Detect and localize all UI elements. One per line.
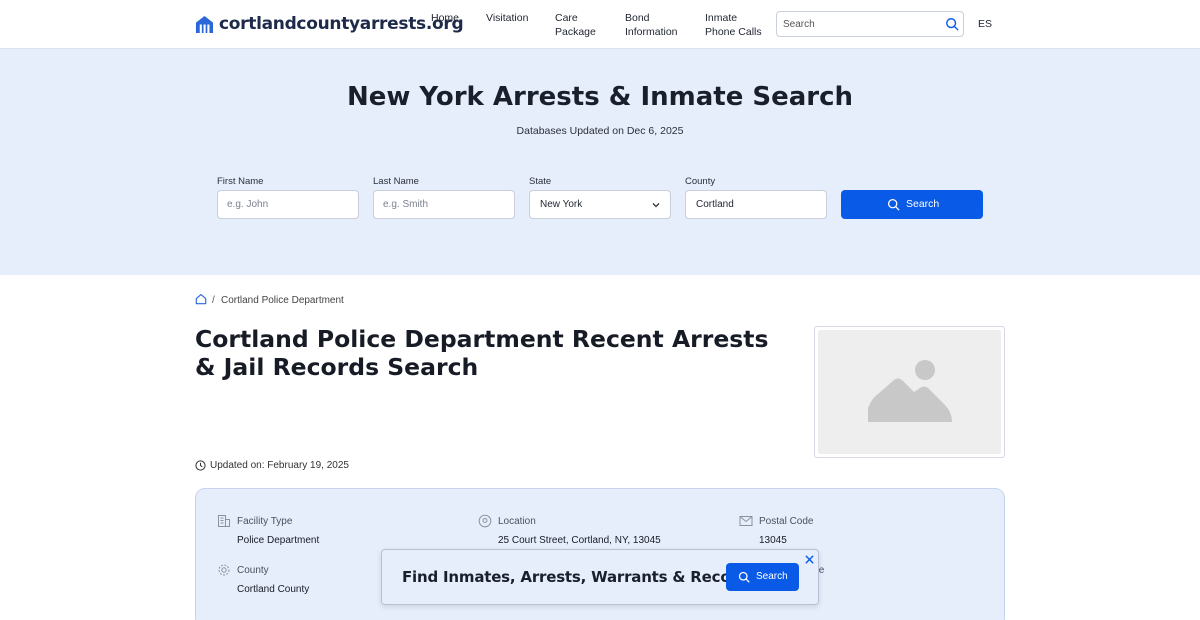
hero-section: New York Arrests & Inmate Search Databas… xyxy=(0,49,1200,275)
header-search-input[interactable] xyxy=(783,17,933,31)
breadcrumb-separator: / xyxy=(212,295,215,306)
postal-code-label: Postal Code xyxy=(759,516,814,527)
state-select-value: New York xyxy=(540,199,583,210)
breadcrumb-current: Cortland Police Department xyxy=(221,295,344,306)
search-icon[interactable] xyxy=(945,17,959,31)
county-field-value: Cortland xyxy=(696,199,734,210)
last-name-field xyxy=(373,190,515,219)
close-icon[interactable] xyxy=(804,554,815,565)
last-name-label: Last Name xyxy=(373,176,419,187)
search-icon xyxy=(738,571,750,583)
nav-care-package[interactable]: Care Package xyxy=(555,11,596,39)
state-select[interactable]: New York xyxy=(529,190,671,219)
site-header: cortlandcountyarrests.org Home Visitatio… xyxy=(0,0,1200,49)
county-info-value: Cortland County xyxy=(237,584,310,595)
popup-search-button-label: Search xyxy=(756,571,788,582)
county-field[interactable]: Cortland xyxy=(685,190,827,219)
search-icon xyxy=(887,198,900,211)
location-label: Location xyxy=(498,516,536,527)
nav-visitation[interactable]: Visitation xyxy=(486,11,528,25)
hero-search-button-label: Search xyxy=(906,198,940,210)
updated-date-text: Updated on: February 19, 2025 xyxy=(210,460,349,471)
image-placeholder-icon xyxy=(868,360,952,422)
building-icon xyxy=(218,515,230,527)
page-title: Cortland Police Department Recent Arrest… xyxy=(195,325,769,381)
hero-search-button[interactable]: Search xyxy=(841,190,983,219)
county-label: County xyxy=(685,176,716,187)
nav-inmate-phone-calls[interactable]: Inmate Phone Calls xyxy=(705,11,762,39)
state-label: State xyxy=(529,176,552,187)
nav-home[interactable]: Home xyxy=(431,11,459,25)
facility-image xyxy=(814,326,1005,458)
first-name-label: First Name xyxy=(217,176,264,187)
updated-date: Updated on: February 19, 2025 xyxy=(195,460,349,471)
first-name-input[interactable] xyxy=(227,199,351,210)
facility-type-value: Police Department xyxy=(237,535,320,546)
search-promo-popup: Find Inmates, Arrests, Warrants & Record… xyxy=(381,549,819,605)
location-value: 25 Court Street, Cortland, NY, 13045 xyxy=(498,535,661,546)
hero-subtitle: Databases Updated on Dec 6, 2025 xyxy=(516,125,684,137)
chevron-down-icon xyxy=(652,203,660,208)
mail-icon xyxy=(739,516,753,526)
popup-text: Find Inmates, Arrests, Warrants & Record… xyxy=(402,568,757,586)
header-search xyxy=(776,11,964,37)
nav-bond-information[interactable]: Bond Information xyxy=(625,11,678,39)
postal-code-value: 13045 xyxy=(759,535,787,546)
first-name-field xyxy=(217,190,359,219)
hero-title: New York Arrests & Inmate Search xyxy=(346,82,854,112)
language-toggle[interactable]: ES xyxy=(978,18,992,30)
popup-search-button[interactable]: Search xyxy=(726,563,799,591)
building-logo-icon xyxy=(195,15,214,33)
location-pin-icon xyxy=(478,514,492,528)
clock-icon xyxy=(195,460,206,471)
county-info-label: County xyxy=(237,565,269,576)
gear-icon xyxy=(218,564,230,576)
site-logo[interactable]: cortlandcountyarrests.org xyxy=(195,14,464,34)
facility-type-label: Facility Type xyxy=(237,516,293,527)
image-placeholder xyxy=(818,330,1001,454)
logo-text: cortlandcountyarrests.org xyxy=(219,14,464,34)
home-icon[interactable] xyxy=(195,293,207,305)
last-name-input[interactable] xyxy=(383,199,507,210)
